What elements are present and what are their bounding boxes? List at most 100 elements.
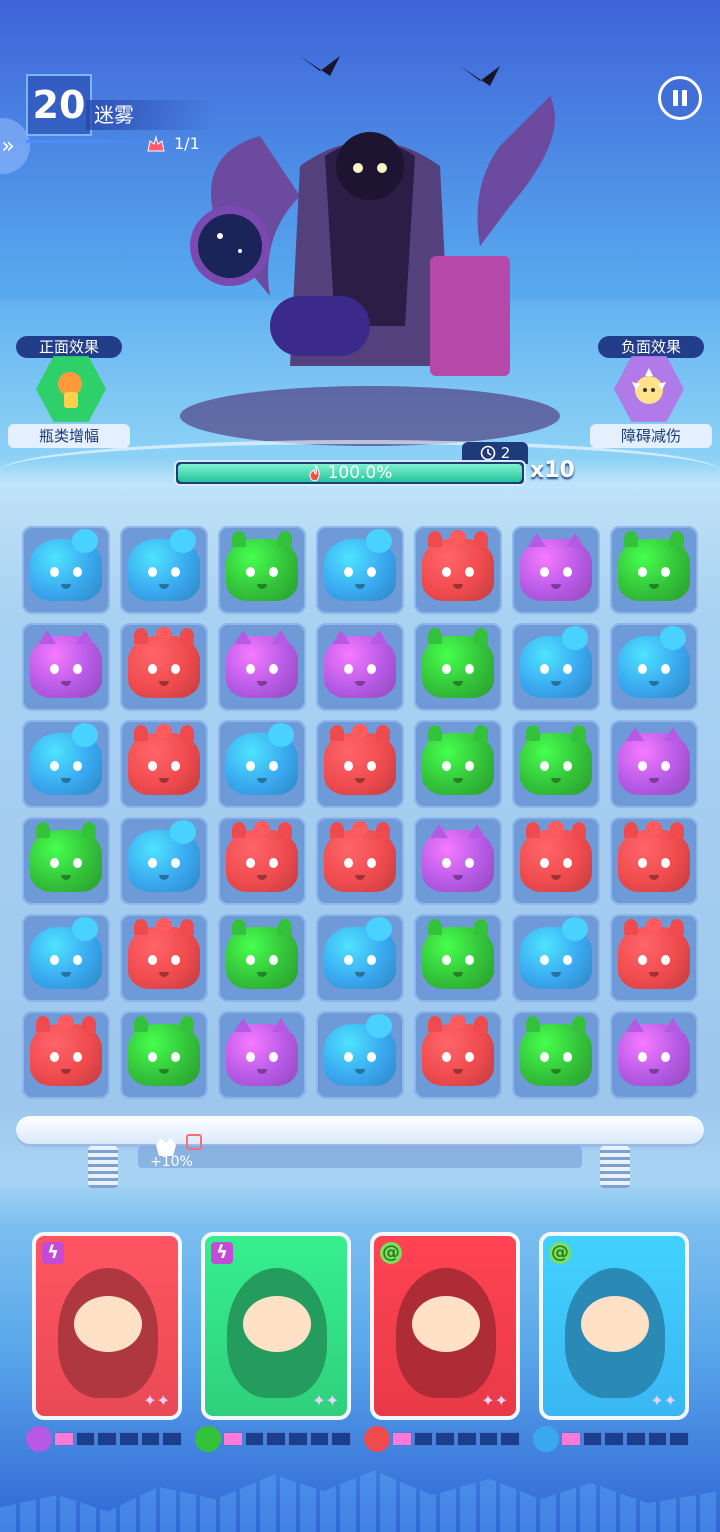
boss-monster <box>180 56 560 446</box>
board-cell-r4-c7[interactable] <box>610 817 698 905</box>
board-cell-r2-c4[interactable] <box>316 623 404 711</box>
board-cell-r3-c7[interactable] <box>610 720 698 808</box>
blue-token <box>324 917 396 989</box>
bonus-text: +10% <box>150 1154 193 1170</box>
green-token <box>226 531 298 601</box>
board-cell-r3-c6[interactable] <box>512 720 600 808</box>
board-cell-r3-c2[interactable] <box>120 720 208 808</box>
board-cell-r1-c1[interactable] <box>22 526 110 614</box>
board-cell-r2-c3[interactable] <box>218 623 306 711</box>
opera-hero-card[interactable]: @ ✦✦ <box>370 1232 520 1420</box>
purple-element-icon <box>26 1426 52 1452</box>
board-cell-r1-c3[interactable] <box>218 526 306 614</box>
board-cell-r1-c2[interactable] <box>120 526 208 614</box>
green-token <box>226 919 298 989</box>
red-token <box>618 821 690 892</box>
board-cell-r1-c4[interactable] <box>316 526 404 614</box>
blue-token <box>520 626 592 698</box>
match-board <box>22 526 698 1106</box>
red-token <box>128 918 200 989</box>
hero-face <box>243 1296 311 1352</box>
positive-effect-label: 瓶类增幅 <box>8 424 130 448</box>
blue-token <box>520 917 592 989</box>
red-token <box>618 918 690 989</box>
negative-effect-label: 障碍减伤 <box>590 424 712 448</box>
board-cell-r3-c5[interactable] <box>414 720 502 808</box>
board-cell-r5-c6[interactable] <box>512 914 600 1002</box>
blue-token <box>30 917 102 989</box>
board-cell-r4-c1[interactable] <box>22 817 110 905</box>
bonus-marker <box>186 1134 202 1150</box>
purple-token <box>422 824 494 892</box>
board-cell-r1-c6[interactable] <box>512 526 600 614</box>
board-cell-r5-c2[interactable] <box>120 914 208 1002</box>
board-cell-r5-c7[interactable] <box>610 914 698 1002</box>
purple-token <box>226 1018 298 1086</box>
board-cell-r6-c7[interactable] <box>610 1011 698 1099</box>
board-cell-r4-c5[interactable] <box>414 817 502 905</box>
blue-token <box>226 723 298 795</box>
purple-token <box>520 533 592 601</box>
purple-token <box>618 1018 690 1086</box>
board-cell-r3-c3[interactable] <box>218 720 306 808</box>
board-cell-r1-c7[interactable] <box>610 526 698 614</box>
lightning-icon: ϟ <box>42 1242 64 1264</box>
blue-token <box>618 626 690 698</box>
board-cell-r5-c1[interactable] <box>22 914 110 1002</box>
red-token <box>324 821 396 892</box>
purple-token <box>324 630 396 698</box>
board-cell-r4-c6[interactable] <box>512 817 600 905</box>
lightning-icon: ϟ <box>211 1242 233 1264</box>
equalizer-decoration <box>0 1470 720 1532</box>
spring-right <box>600 1146 630 1188</box>
board-cell-r5-c4[interactable] <box>316 914 404 1002</box>
red-token <box>30 1015 102 1086</box>
board-cell-r5-c5[interactable] <box>414 914 502 1002</box>
board-cell-r1-c5[interactable] <box>414 526 502 614</box>
skill-tray <box>16 1116 704 1144</box>
red-token <box>226 821 298 892</box>
board-cell-r2-c7[interactable] <box>610 623 698 711</box>
opera-hero-energy-bar <box>392 1432 521 1446</box>
swirl-icon: @ <box>549 1242 571 1264</box>
board-cell-r4-c3[interactable] <box>218 817 306 905</box>
stage-number: 20 <box>26 74 92 136</box>
board-cell-r6-c5[interactable] <box>414 1011 502 1099</box>
candy-hero-energy-bar <box>561 1432 690 1446</box>
skull-hero-energy-bar <box>223 1432 352 1446</box>
pause-icon <box>673 90 678 106</box>
board-cell-r6-c1[interactable] <box>22 1011 110 1099</box>
board-cell-r2-c6[interactable] <box>512 623 600 711</box>
purple-token <box>30 630 102 698</box>
board-cell-r6-c4[interactable] <box>316 1011 404 1099</box>
board-cell-r2-c1[interactable] <box>22 623 110 711</box>
red-token <box>422 530 494 601</box>
green-element-icon <box>195 1426 221 1452</box>
green-token <box>30 822 102 892</box>
blue-token <box>128 529 200 601</box>
board-cell-r3-c1[interactable] <box>22 720 110 808</box>
green-token <box>618 531 690 601</box>
green-token <box>520 1016 592 1086</box>
positive-effect-title: 正面效果 <box>16 336 122 358</box>
board-cell-r5-c3[interactable] <box>218 914 306 1002</box>
board-cell-r6-c6[interactable] <box>512 1011 600 1099</box>
purple-token <box>226 630 298 698</box>
board-cell-r6-c2[interactable] <box>120 1011 208 1099</box>
board-cell-r4-c4[interactable] <box>316 817 404 905</box>
hero-face <box>412 1296 480 1352</box>
board-cell-r2-c2[interactable] <box>120 623 208 711</box>
pause-button[interactable] <box>658 76 702 120</box>
red-token <box>128 627 200 698</box>
green-token <box>422 919 494 989</box>
board-cell-r6-c3[interactable] <box>218 1011 306 1099</box>
board-cell-r3-c4[interactable] <box>316 720 404 808</box>
candy-hero-card[interactable]: @ ✦✦ <box>539 1232 689 1420</box>
negative-effect-title: 负面效果 <box>598 336 704 358</box>
flame-icon <box>309 464 320 482</box>
skull-hero-card[interactable]: ϟ ✦✦ <box>201 1232 351 1420</box>
tiger-hero-energy-bar <box>54 1432 183 1446</box>
tiger-hero-card[interactable]: ϟ ✦✦ <box>32 1232 182 1420</box>
board-cell-r2-c5[interactable] <box>414 623 502 711</box>
board-cell-r4-c2[interactable] <box>120 817 208 905</box>
